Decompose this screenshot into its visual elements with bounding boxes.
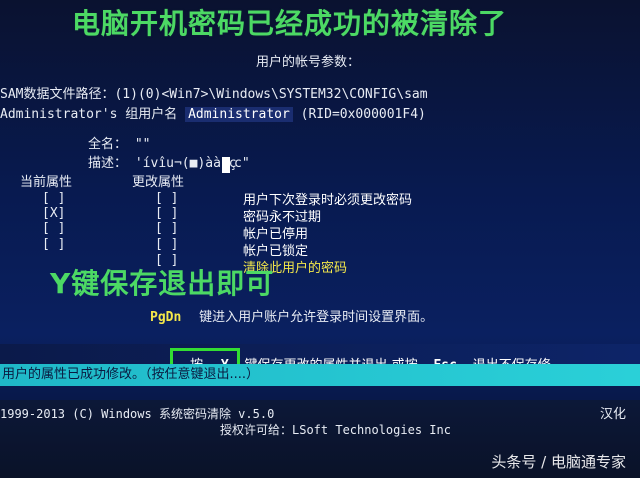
status-message: 用户的属性已成功修改。（按任意键退出....） <box>2 367 260 382</box>
description-row: 描述： 'ívîu¬(■)àà ç <box>88 157 237 170</box>
option-label: 密码永不过期 <box>243 210 322 225</box>
group-user-line: Administrator's 组用户名 Administrator (RID=… <box>0 107 426 122</box>
group-prefix: Administrator's 组用户名 <box>0 107 178 122</box>
option-label: 帐户已停用 <box>243 227 309 242</box>
pgdn-row: PgDn 键进入用户账户允许登录时间设置界面。 <box>150 311 433 324</box>
option-change-checkbox[interactable]: [ ] <box>155 192 178 205</box>
option-change-checkbox[interactable]: [ ] <box>155 238 178 251</box>
option-change-checkbox[interactable]: [ ] <box>155 222 178 235</box>
localization-label: 汉化 <box>600 407 627 422</box>
current-attr-header: 当前属性 <box>20 175 73 190</box>
option-current-checkbox[interactable]: [X] <box>42 207 65 220</box>
change-attr-header: 更改属性 <box>132 175 185 190</box>
sam-path-line: SAM数据文件路径：(1)(0)<Win7>\Windows\SYSTEM32\… <box>0 87 428 102</box>
account-params-title: 用户的帐号参数： <box>256 55 361 70</box>
middle-annotation-caption: Y键保存退出即可 <box>50 267 275 300</box>
option-change-checkbox[interactable]: [ ] <box>155 254 178 267</box>
fullname-value: "" <box>134 137 151 152</box>
dos-screen: 电脑开机密码已经成功的被清除了 用户的帐号参数： SAM数据文件路径：(1)(0… <box>0 0 640 478</box>
description-label: 描述： <box>88 156 128 171</box>
text-cursor <box>222 157 230 173</box>
pgdn-key: PgDn <box>150 310 182 325</box>
pgdn-text: 键进入用户账户允许登录时间设置界面。 <box>199 310 434 325</box>
copyright-line: 1999-2013 (C) Windows 系统密码清除 v.5.0 <box>0 407 275 421</box>
fullname-row: 全名： "" <box>88 138 151 151</box>
option-change-checkbox[interactable]: [ ] <box>155 207 178 220</box>
option-label: 帐户已锁定 <box>243 244 309 259</box>
option-current-checkbox[interactable]: [ ] <box>42 192 65 205</box>
top-annotation-caption: 电脑开机密码已经成功的被清除了 <box>72 7 508 40</box>
status-bar: 用户的属性已成功修改。（按任意键退出....） <box>0 364 640 386</box>
rid-value: (RID=0x000001F4) <box>300 107 426 122</box>
license-line: 授权许可给：LSoft Technologies Inc <box>220 423 451 437</box>
description-tail: c" <box>234 156 250 171</box>
fullname-label: 全名： <box>88 137 128 152</box>
watermark-text: 头条号 / 电脑通专家 <box>491 453 626 471</box>
option-label: 用户下次登录时必须更改密码 <box>243 193 413 208</box>
option-current-checkbox[interactable]: [ ] <box>42 222 65 235</box>
group-username-value: Administrator <box>185 107 293 122</box>
option-current-checkbox[interactable]: [ ] <box>42 238 65 251</box>
